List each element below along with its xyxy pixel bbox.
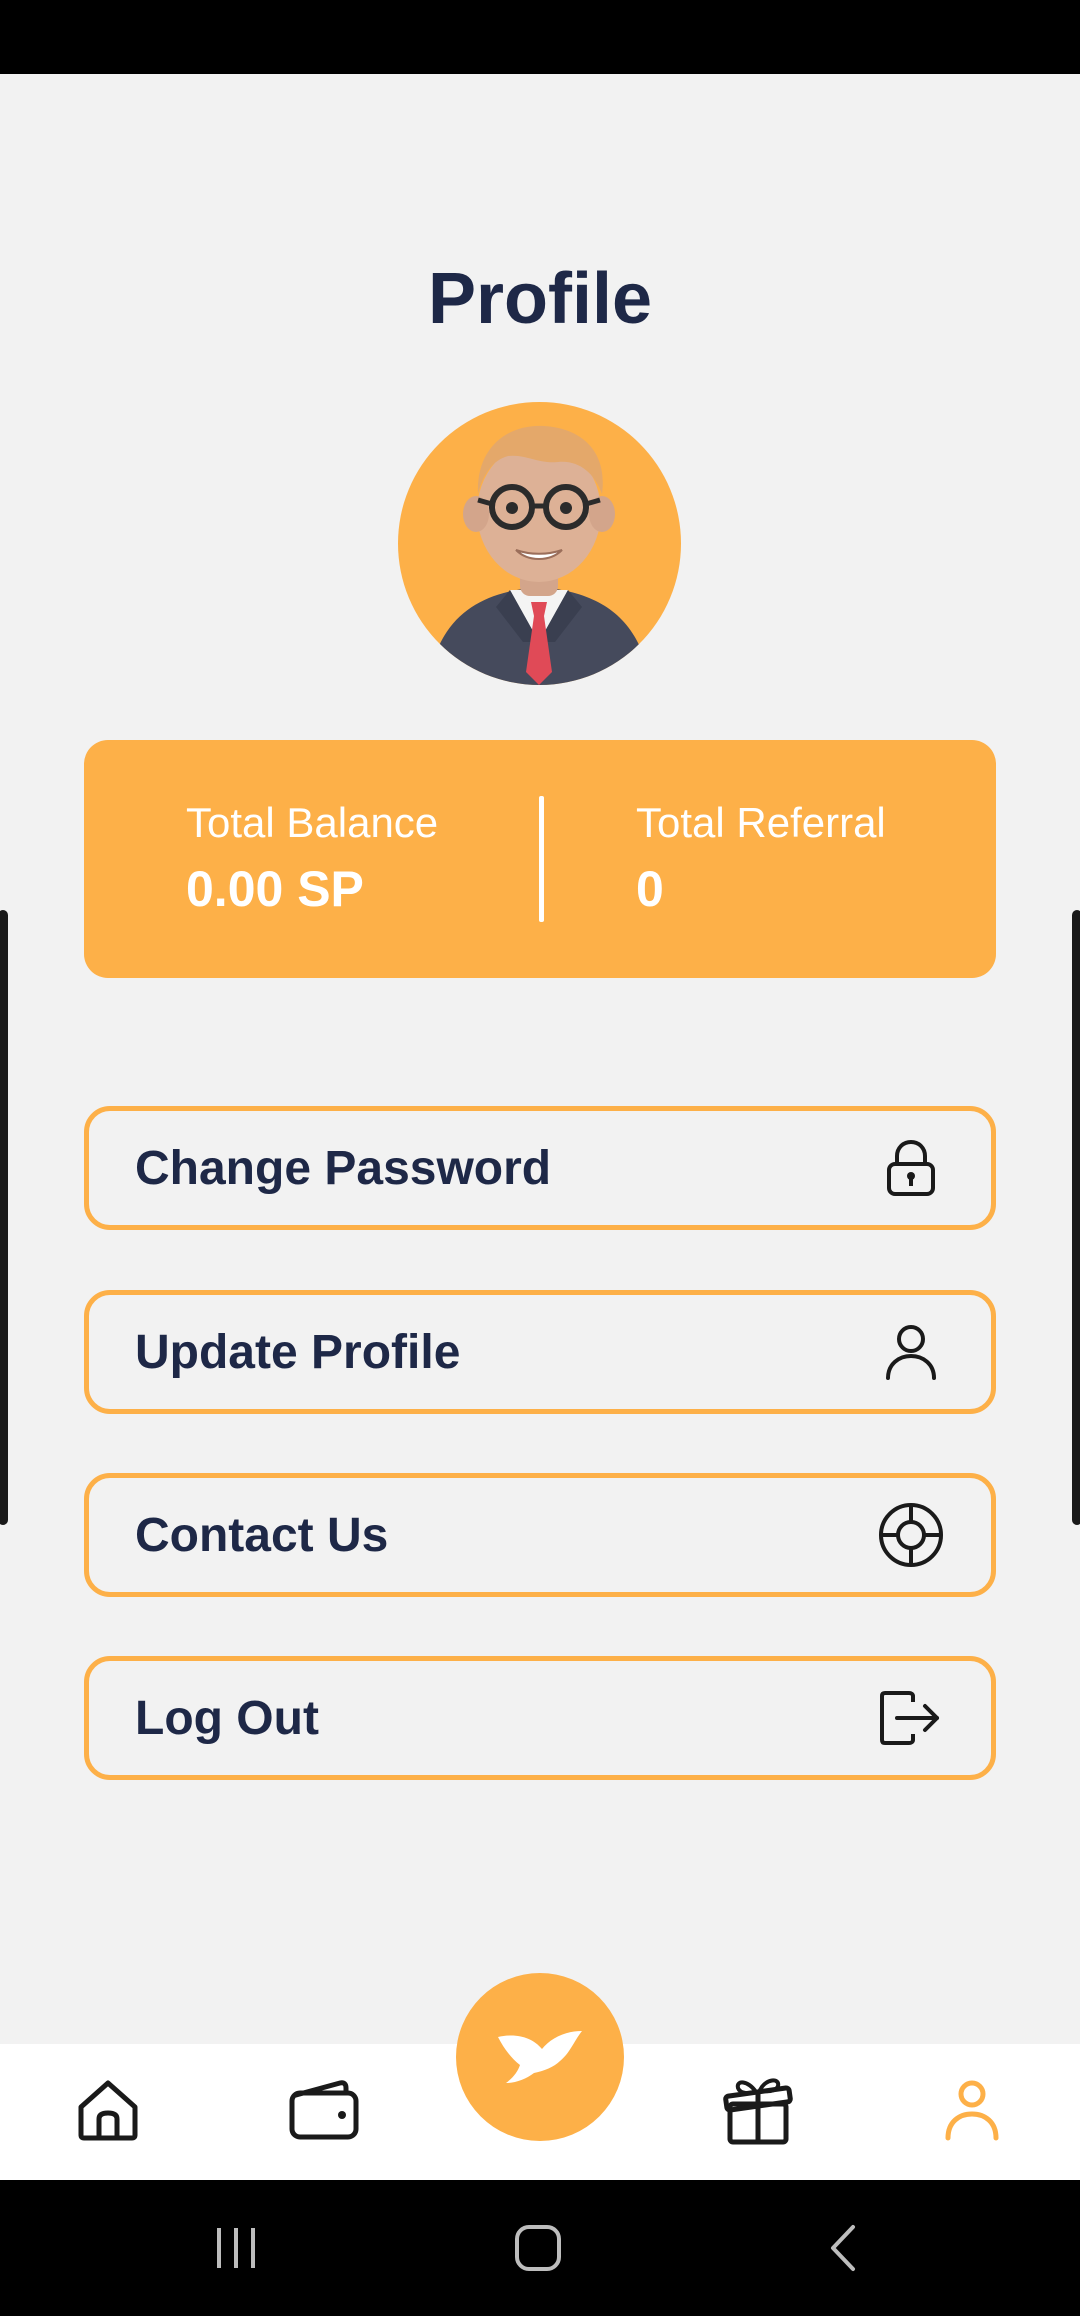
user-icon <box>944 2078 1000 2147</box>
total-referral: Total Referral 0 <box>636 799 886 917</box>
total-referral-label: Total Referral <box>636 799 886 846</box>
contact-us-button[interactable]: Contact Us <box>84 1473 996 1597</box>
back-button[interactable] <box>812 2222 872 2278</box>
total-balance-label: Total Balance <box>186 799 439 846</box>
nav-home[interactable] <box>68 2072 148 2152</box>
avatar-illustration <box>428 425 651 685</box>
home-icon <box>75 2077 141 2148</box>
total-balance-value: 0.00 SP <box>186 861 364 917</box>
gift-icon <box>722 2074 794 2151</box>
left-edge-handle[interactable] <box>0 910 8 1525</box>
balance-card: Total Balance 0.00 SP Total Referral 0 <box>84 740 996 978</box>
nav-profile[interactable] <box>932 2072 1012 2152</box>
nav-wallet[interactable] <box>284 2072 364 2152</box>
lock-icon <box>875 1132 947 1204</box>
recent-apps-button[interactable] <box>206 2222 266 2278</box>
contact-us-label: Contact Us <box>135 1508 389 1562</box>
update-profile-button[interactable]: Update Profile <box>84 1290 996 1414</box>
logout-icon <box>875 1682 947 1754</box>
back-chevron-icon <box>825 2223 859 2278</box>
recent-apps-icon <box>213 2226 259 2275</box>
user-icon <box>875 1316 947 1388</box>
nav-center-button[interactable] <box>456 1973 624 2141</box>
square-icon <box>514 2224 562 2277</box>
status-bar <box>0 0 1080 74</box>
lifebuoy-icon <box>875 1499 947 1571</box>
change-password-button[interactable]: Change Password <box>84 1106 996 1230</box>
nav-rewards[interactable] <box>718 2072 798 2152</box>
total-referral-value: 0 <box>636 861 664 917</box>
bird-icon <box>494 2023 586 2092</box>
card-divider <box>539 796 544 922</box>
wallet-icon <box>288 2079 360 2146</box>
right-edge-handle[interactable] <box>1072 910 1080 1525</box>
log-out-label: Log Out <box>135 1691 319 1745</box>
page-title: Profile <box>427 259 653 339</box>
home-system-button[interactable] <box>508 2222 568 2278</box>
update-profile-label: Update Profile <box>135 1325 461 1379</box>
log-out-button[interactable]: Log Out <box>84 1656 996 1780</box>
total-balance: Total Balance 0.00 SP <box>186 799 439 917</box>
avatar <box>398 402 681 685</box>
change-password-label: Change Password <box>135 1141 552 1195</box>
